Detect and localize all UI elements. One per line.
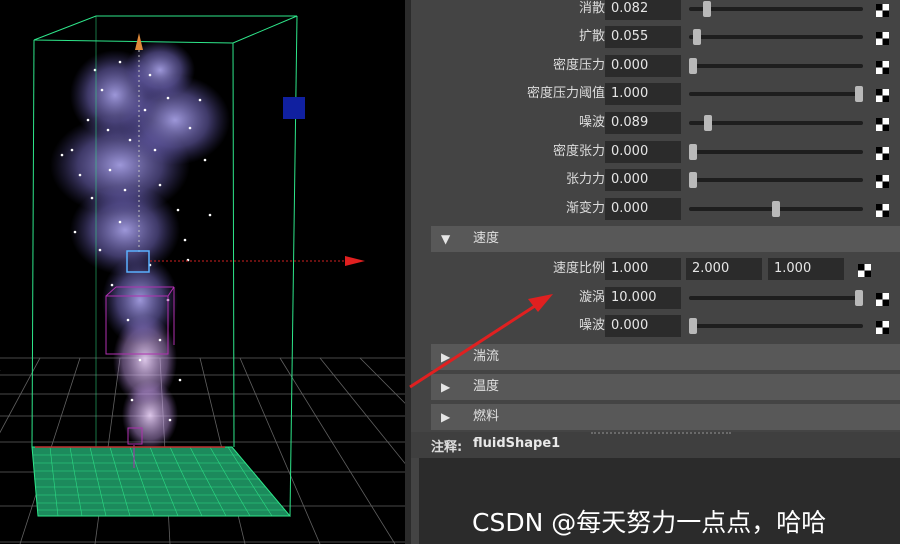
attr-value-field[interactable]: 10.000: [605, 287, 681, 309]
section-title: 燃料: [473, 409, 500, 424]
section-title: 速度: [473, 231, 500, 246]
attr-label: 张力力: [565, 172, 605, 187]
attr-slider-thumb[interactable]: [704, 115, 712, 131]
3d-viewport[interactable]: [0, 0, 405, 544]
map-texture-icon[interactable]: [858, 262, 871, 277]
attr-label: 扩散: [578, 29, 605, 44]
attr-row-density-pressure-threshold: 密度压力阈值 1.000: [411, 80, 900, 108]
attr-value-field[interactable]: 0.000: [605, 315, 681, 337]
x-axis-arrow-icon: [345, 256, 365, 266]
attr-value-field[interactable]: 0.000: [605, 169, 681, 191]
attr-slider-track[interactable]: [689, 318, 863, 334]
attr-label: 速度比例: [552, 261, 605, 276]
map-texture-icon[interactable]: [876, 2, 889, 17]
attr-slider-thumb[interactable]: [693, 29, 701, 45]
attr-label: 渐变力: [565, 201, 605, 216]
attr-value-field[interactable]: 1.000: [605, 83, 681, 105]
attr-slider-track[interactable]: [689, 29, 863, 45]
attribute-editor: 消散 0.082 扩散 0.055 密度压力 0.000 密度压力阈值 1.00…: [411, 0, 900, 544]
attr-row-density-tension: 密度张力 0.000: [411, 138, 900, 166]
notes-header: 注释: fluidShape1: [411, 432, 900, 458]
section-title: 湍流: [473, 349, 500, 364]
attr-label: 噪波: [578, 115, 605, 130]
attr-value-field[interactable]: 0.055: [605, 26, 681, 48]
attr-slider-track[interactable]: [689, 290, 863, 306]
viewport-scene: [0, 15, 405, 544]
attr-value-field[interactable]: 0.089: [605, 112, 681, 134]
attr-slider-track[interactable]: [689, 86, 863, 102]
attr-row-velocity-noise: 噪波 0.000: [411, 312, 900, 340]
attr-label: 密度压力阈值: [526, 86, 605, 101]
map-texture-icon[interactable]: [876, 173, 889, 188]
section-fuel-header[interactable]: ▶ 燃料: [431, 404, 900, 430]
collapsed-triangle-icon: ▶: [441, 350, 451, 364]
section-turbulence-header[interactable]: ▶ 湍流: [431, 344, 900, 370]
attr-value-field[interactable]: 0.082: [605, 0, 681, 20]
notes-label: 注释:: [431, 440, 463, 455]
map-texture-icon[interactable]: [876, 87, 889, 102]
attr-row-velocity-scale: 速度比例 1.000 2.000 1.000: [411, 255, 900, 283]
attr-row-diffusion: 扩散 0.055: [411, 23, 900, 51]
attr-slider-track[interactable]: [689, 172, 863, 188]
map-texture-icon[interactable]: [876, 30, 889, 45]
attr-label: 密度张力: [552, 144, 605, 159]
attr-row-gradient-force: 渐变力 0.000: [411, 195, 900, 223]
section-title: 温度: [473, 379, 500, 394]
fluid-base-grid: [31, 446, 292, 517]
blue-handle: [283, 97, 305, 119]
attr-slider-thumb[interactable]: [689, 58, 697, 74]
attr-slider-track[interactable]: [689, 115, 863, 131]
attr-row-tension-force: 张力力 0.000: [411, 166, 900, 194]
map-texture-icon[interactable]: [876, 59, 889, 74]
attr-slider-thumb[interactable]: [689, 144, 697, 160]
map-texture-icon[interactable]: [876, 202, 889, 217]
velocity-scale-y-field[interactable]: 2.000: [686, 258, 762, 280]
attr-label: 消散: [578, 1, 605, 16]
attr-slider-track[interactable]: [689, 1, 863, 17]
attr-row-noise: 噪波 0.089: [411, 109, 900, 137]
notes-node-name: fluidShape1: [473, 436, 561, 451]
attr-row-swirl: 漩涡 10.000: [411, 284, 900, 312]
section-velocity-header[interactable]: ▼ 速度: [431, 226, 900, 252]
velocity-scale-z-field[interactable]: 1.000: [768, 258, 844, 280]
attr-label: 漩涡: [578, 290, 605, 305]
velocity-scale-x-field[interactable]: 1.000: [605, 258, 681, 280]
map-texture-icon[interactable]: [876, 319, 889, 334]
map-texture-icon[interactable]: [876, 145, 889, 160]
attr-value-field[interactable]: 0.000: [605, 141, 681, 163]
attr-slider-track[interactable]: [689, 144, 863, 160]
attr-value-field[interactable]: 0.000: [605, 55, 681, 77]
resize-handle[interactable]: [591, 432, 731, 434]
attr-slider-track[interactable]: [689, 201, 863, 217]
attr-value-field[interactable]: 0.000: [605, 198, 681, 220]
attr-label: 噪波: [578, 318, 605, 333]
watermark: CSDN @每天努力一点点，哈哈: [472, 508, 827, 537]
map-texture-icon[interactable]: [876, 116, 889, 131]
attr-slider-thumb[interactable]: [855, 290, 863, 306]
attr-slider-thumb[interactable]: [689, 318, 697, 334]
collapsed-triangle-icon: ▶: [441, 410, 451, 424]
map-texture-icon[interactable]: [876, 291, 889, 306]
attr-slider-thumb[interactable]: [772, 201, 780, 217]
attr-slider-thumb[interactable]: [689, 172, 697, 188]
expanded-triangle-icon: ▼: [441, 232, 451, 246]
attr-slider-thumb[interactable]: [703, 1, 711, 17]
fluid-smoke: [50, 40, 230, 450]
attr-row-dissipation: 消散 0.082: [411, 0, 900, 23]
section-temperature-header[interactable]: ▶ 温度: [431, 374, 900, 400]
attr-label: 密度压力: [552, 58, 605, 73]
attr-row-density-pressure: 密度压力 0.000: [411, 52, 900, 80]
attr-slider-thumb[interactable]: [855, 86, 863, 102]
collapsed-triangle-icon: ▶: [441, 380, 451, 394]
attr-slider-track[interactable]: [689, 58, 863, 74]
